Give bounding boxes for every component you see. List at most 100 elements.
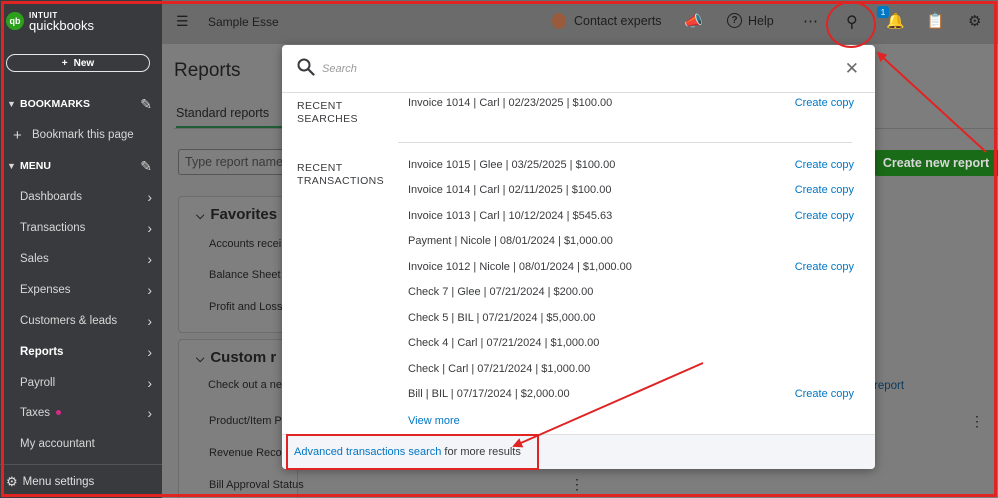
notification-dot [56,410,62,416]
transaction-row[interactable]: Check 5 | BIL | 07/21/2024 | $5,000.00 [408,310,858,330]
create-copy-link[interactable]: Create copy [795,388,854,400]
edit-menu-icon[interactable]: ✎ [140,158,152,175]
sidebar-item-taxes[interactable]: Taxes › [0,402,162,424]
sidebar-item-label: Transactions [20,222,86,234]
sidebar-item-label: My accountant [20,438,95,450]
favorite-report-row[interactable]: Balance Sheet [209,269,281,281]
clipboard-icon[interactable]: 📋 [926,12,945,30]
quickbooks-logo[interactable]: qb INTUIT quickbooks [6,11,94,32]
row-text: Check 7 | Glee | 07/21/2024 | $200.00 [408,286,594,298]
sidebar-item-label: Dashboards [20,191,83,203]
bookmarks-label: BOOKMARKS [20,98,90,110]
row-text: Invoice 1015 | Glee | 03/25/2025 | $100.… [408,159,616,171]
menu-settings-button[interactable]: ⚙ Menu settings [0,464,162,498]
qb-logo-icon: qb [6,12,24,30]
sidebar-item-label: Payroll [20,377,56,389]
row-text: Invoice 1014 | Carl | 02/11/2025 | $100.… [408,184,612,196]
search-modal: ✕ RECENT SEARCHES Invoice 1014 | Carl | … [282,45,875,469]
favorite-report-row[interactable]: Accounts recei [209,238,281,250]
sidebar-item-expenses[interactable]: Expenses › [0,279,162,301]
recent-transactions-label: RECENT TRANSACTIONS [297,162,385,187]
menu-label: MENU [20,160,51,172]
menu-header[interactable]: ▼ MENU ✎ [0,155,162,177]
new-button[interactable]: + New [6,54,150,72]
favorite-report-row[interactable]: Profit and Loss [209,301,282,313]
advanced-search-suffix: for more results [441,446,521,458]
chevron-right-icon: › [147,344,152,360]
search-icon [297,58,315,76]
create-copy-link[interactable]: Create copy [795,184,854,196]
edit-bookmarks-icon[interactable]: ✎ [140,96,152,113]
sidebar-item-transactions[interactable]: Transactions › [0,217,162,239]
create-copy-link[interactable]: Create copy [795,159,854,171]
bookmark-this-page[interactable]: + Bookmark this page [0,124,162,146]
settings-gear-icon[interactable]: ⚙ [968,12,981,30]
sidebar-item-sales[interactable]: Sales › [0,248,162,270]
help-icon: ? [727,13,742,28]
create-copy-link[interactable]: Create copy [795,210,854,222]
chevron-right-icon: › [147,282,152,298]
row-text: Check | Carl | 07/21/2024 | $1,000.00 [408,363,591,375]
help-label: Help [748,13,774,28]
create-copy-link[interactable]: Create copy [795,261,854,273]
transaction-row[interactable]: Invoice 1015 | Glee | 03/25/2025 | $100.… [408,157,858,177]
recent-search-row[interactable]: Invoice 1014 | Carl | 02/23/2025 | $100.… [408,95,858,115]
chevron-right-icon: › [147,375,152,391]
more-options-icon[interactable]: ⋮ [970,413,984,430]
transaction-row[interactable]: Payment | Nicole | 08/01/2024 | $1,000.0… [408,233,858,253]
close-icon[interactable]: ✕ [845,59,859,79]
transaction-row[interactable]: Invoice 1012 | Nicole | 08/01/2024 | $1,… [408,259,858,279]
custom-title-text: Custom r [210,349,277,366]
modal-search-bar: ✕ [282,45,875,93]
transaction-row[interactable]: Check 7 | Glee | 07/21/2024 | $200.00 [408,284,858,304]
custom-report-link[interactable]: report [874,380,904,392]
custom-reports-title[interactable]: ⌵ Custom r [196,349,276,366]
transaction-row[interactable]: Check 4 | Carl | 07/21/2024 | $1,000.00 [408,335,858,355]
bookmarks-header[interactable]: ▼ BOOKMARKS ✎ [0,93,162,115]
chevron-right-icon: › [147,405,152,421]
apps-grid-icon[interactable]: ⋯ [803,12,818,30]
bell-icon[interactable]: 🔔 [886,12,905,30]
transaction-row[interactable]: Check | Carl | 07/21/2024 | $1,000.00 [408,361,858,381]
sidebar-item-label: Sales [20,253,49,265]
custom-report-row[interactable]: Revenue Reco [209,447,282,459]
transaction-row[interactable]: Bill | BIL | 07/17/2024 | $2,000.00 Crea… [408,386,858,406]
chevron-right-icon: › [147,189,152,205]
sidebar-item-label-wrap: Taxes [20,407,62,419]
sidebar-item-payroll[interactable]: Payroll › [0,372,162,394]
tab-standard-reports[interactable]: Standard reports [176,106,286,129]
feedback-icon[interactable]: 📣 [684,12,703,30]
view-more-link[interactable]: View more [408,415,460,427]
chevron-down-icon: ▼ [7,99,16,109]
search-icon[interactable]: ⚲ [846,12,858,32]
chevron-down-icon: ⌵ [196,210,205,222]
report-search-input[interactable]: Type report name [178,149,298,175]
create-copy-link[interactable]: Create copy [795,97,854,109]
transaction-row[interactable]: Invoice 1014 | Carl | 02/11/2025 | $100.… [408,182,858,202]
collapse-menu-icon[interactable]: ☰ [176,13,189,30]
favorites-title-text: Favorites [210,206,278,223]
sidebar-item-dashboards[interactable]: Dashboards › [0,186,162,208]
sidebar-item-my-accountant[interactable]: My accountant [0,433,162,455]
row-text: Invoice 1014 | Carl | 02/23/2025 | $100.… [408,97,613,109]
favorites-title[interactable]: ⌵ Favorites [196,206,277,223]
create-new-report-button[interactable]: Create new report [874,150,998,176]
expert-avatar [552,13,566,29]
help-button[interactable]: ? Help [727,13,774,28]
chevron-down-icon: ⌵ [196,353,205,365]
bookmark-page-label: Bookmark this page [32,129,134,141]
global-search-input[interactable] [322,59,802,79]
custom-report-row[interactable]: Product/Item P [209,415,282,427]
recent-searches-label: RECENT SEARCHES [297,100,358,125]
contact-experts-button[interactable]: Contact experts [552,13,662,29]
sidebar-item-customers-leads[interactable]: Customers & leads › [0,310,162,332]
row-text: Check 4 | Carl | 07/21/2024 | $1,000.00 [408,337,600,349]
transaction-row[interactable]: Invoice 1013 | Carl | 10/12/2024 | $545.… [408,208,858,228]
sidebar-item-reports[interactable]: Reports › [0,341,162,363]
advanced-transactions-search-link[interactable]: Advanced transactions search [294,446,441,458]
sidebar-item-label: Taxes [20,407,51,419]
menu-settings-label: Menu settings [22,475,95,488]
row-text: Bill | BIL | 07/17/2024 | $2,000.00 [408,388,570,400]
custom-report-row[interactable]: Bill Approval Status [209,479,304,491]
more-options-icon[interactable]: ⋮ [570,476,584,493]
